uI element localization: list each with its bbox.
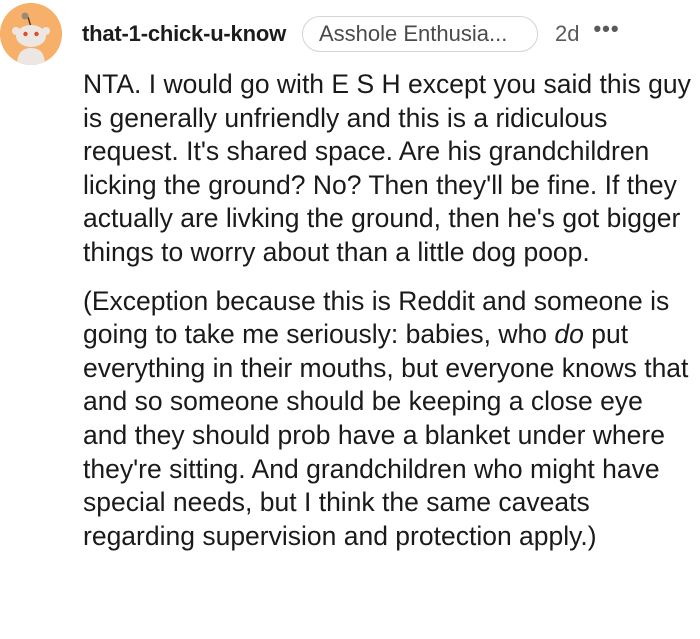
user-flair-text: Asshole Enthusia... [319,21,508,46]
user-flair: Asshole Enthusia... [302,16,538,52]
more-options-icon[interactable]: ••• [593,16,619,42]
comment-emphasis: do [554,319,584,350]
user-avatar[interactable] [0,3,62,65]
comment-paragraph: (Exception because this is Reddit and so… [83,285,693,554]
comment-text-span: put everything in their mouths, but ever… [83,319,689,551]
comment-timestamp: 2d [555,21,580,46]
comment-header: that-1-chick-u-know Asshole Enthusia... … [82,14,620,54]
username-link[interactable]: that-1-chick-u-know [82,21,286,47]
comment-body: NTA. I would go with E S H except you sa… [83,68,693,553]
comment-paragraph: NTA. I would go with E S H except you sa… [83,69,691,267]
reddit-snoo-avatar-icon [0,3,62,65]
comment: that-1-chick-u-know Asshole Enthusia... … [0,0,700,639]
